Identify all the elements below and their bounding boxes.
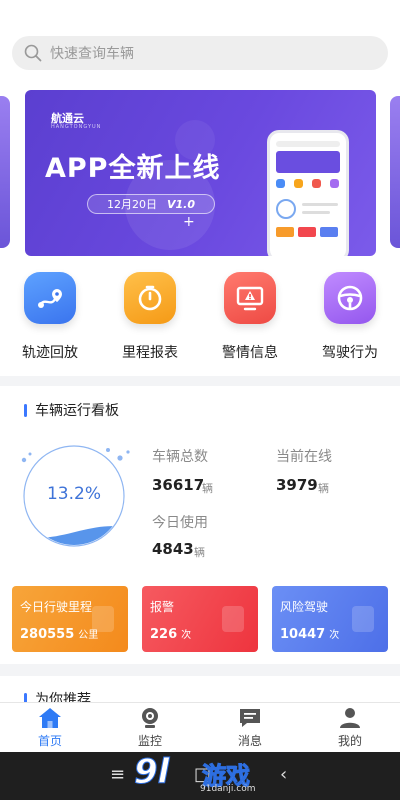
today-use-label: 今日使用 — [152, 515, 208, 531]
card-decoration — [222, 606, 244, 632]
banner-plus-mark: + — [183, 214, 195, 230]
home-icon — [39, 708, 61, 728]
quick-action-label: 警情信息 — [222, 345, 278, 361]
total-vehicles-value: 36617 — [152, 476, 205, 494]
card-title: 报警 — [150, 600, 175, 614]
camera-icon — [142, 708, 158, 728]
banner-next-slide[interactable] — [390, 96, 400, 248]
card-unit: 次 — [181, 630, 192, 641]
route-icon — [24, 272, 76, 324]
card-value: 10447 — [280, 627, 326, 642]
online-rate-value: 13.2% — [46, 484, 101, 504]
banner-carousel: 航通云 HANGTONGYUN APP全新上线 12月20日 V1.0 + — [0, 82, 400, 262]
tab-monitor[interactable]: 监控 — [100, 703, 200, 752]
search-icon — [24, 44, 42, 62]
total-vehicles-unit: 辆 — [202, 482, 213, 495]
tab-messages[interactable]: 消息 — [200, 703, 300, 752]
quick-actions: 轨迹回放 里程报表 警情信息 驾驶行为 — [0, 262, 400, 376]
card-title: 今日行驶里程 — [20, 600, 93, 614]
back-icon[interactable]: ‹ — [280, 764, 287, 785]
card-value-row: 280555 公里 — [20, 626, 98, 642]
watermark-logo: 9l — [133, 752, 170, 793]
card-decoration — [352, 606, 374, 632]
search-header: 快速查询车辆 — [0, 0, 400, 82]
quick-action-label: 轨迹回放 — [22, 345, 78, 361]
bottom-tab-bar: 首页 监控 消息 我的 — [0, 702, 400, 752]
user-icon — [340, 708, 360, 728]
quick-action-label: 里程报表 — [122, 345, 178, 361]
today-use-value: 4843 — [152, 540, 194, 558]
banner-headline: APP全新上线 — [45, 153, 221, 184]
tab-label: 消息 — [237, 734, 262, 748]
quick-action-alert-info[interactable]: 警情信息 — [215, 272, 285, 362]
card-alarm[interactable]: 报警 226 次 — [142, 586, 258, 652]
card-today-mileage[interactable]: 今日行驶里程 280555 公里 — [12, 586, 128, 652]
section-marker — [24, 403, 27, 417]
card-value: 280555 — [20, 627, 75, 642]
dashboard-title: 车辆运行看板 — [24, 400, 119, 420]
vehicle-dashboard: 车辆运行看板 13.2% 车辆总数 36617 辆 当前在线 3979 辆 今日… — [0, 386, 400, 664]
dashboard-title-text: 车辆运行看板 — [35, 403, 119, 419]
tab-label: 监控 — [137, 734, 162, 748]
quick-action-track-playback[interactable]: 轨迹回放 — [15, 272, 85, 362]
total-vehicles-label: 车辆总数 — [152, 449, 208, 465]
banner-brand-sub: HANGTONGYUN — [51, 124, 102, 130]
timer-icon — [124, 272, 176, 324]
search-input[interactable]: 快速查询车辆 — [12, 36, 388, 70]
banner-prev-slide[interactable] — [0, 96, 10, 248]
online-vehicles-value: 3979 — [276, 476, 318, 494]
banner-date: 12月20日 — [107, 198, 157, 211]
banner-slide[interactable]: 航通云 HANGTONGYUN APP全新上线 12月20日 V1.0 + — [25, 90, 376, 256]
card-value-row: 226 次 — [150, 626, 191, 642]
today-use-unit: 辆 — [194, 546, 205, 559]
quick-action-driving-behavior[interactable]: 驾驶行为 — [315, 272, 385, 362]
message-icon — [240, 709, 260, 727]
tab-home[interactable]: 首页 — [0, 703, 100, 752]
phone-mockup-image — [267, 130, 349, 256]
tab-label: 我的 — [337, 734, 362, 748]
menu-icon[interactable]: ≡ — [110, 764, 125, 785]
online-vehicles-unit: 辆 — [318, 482, 329, 495]
quick-action-label: 驾驶行为 — [322, 345, 378, 361]
card-unit: 次 — [329, 630, 340, 641]
card-value: 226 — [150, 627, 178, 642]
card-unit: 公里 — [78, 630, 99, 641]
banner-date-pill: 12月20日 V1.0 — [87, 194, 215, 214]
search-placeholder: 快速查询车辆 — [50, 46, 134, 62]
watermark: 9l 游戏 91danji.com — [133, 752, 274, 800]
tab-label: 首页 — [37, 734, 62, 748]
quick-action-mileage-report[interactable]: 里程报表 — [115, 272, 185, 362]
card-risk-driving[interactable]: 风险驾驶 10447 次 — [272, 586, 388, 652]
watermark-url: 91danji.com — [200, 784, 256, 794]
banner-version: V1.0 — [167, 197, 195, 211]
card-title: 风险驾驶 — [280, 600, 329, 614]
alert-monitor-icon — [224, 272, 276, 324]
card-value-row: 10447 次 — [280, 626, 339, 642]
tab-profile[interactable]: 我的 — [300, 703, 400, 752]
online-vehicles-label: 当前在线 — [276, 449, 332, 465]
steering-wheel-icon — [324, 272, 376, 324]
